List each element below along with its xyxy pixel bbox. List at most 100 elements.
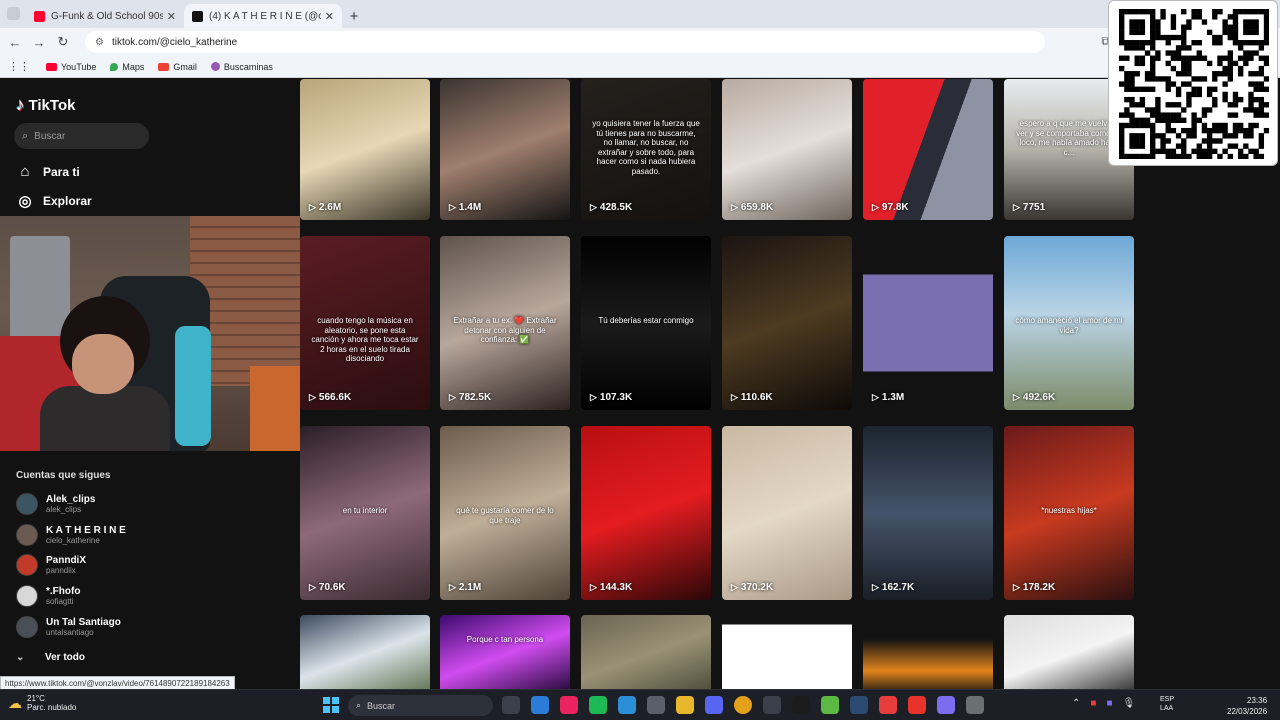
taskbar-app-icon[interactable] (560, 696, 578, 714)
bookmark-buscaminas[interactable]: Buscaminas (210, 62, 273, 72)
address-bar[interactable]: ⚙ tiktok.com/@cielo_katherine (85, 31, 1045, 53)
video-tile[interactable] (863, 615, 993, 695)
new-tab-button[interactable]: + (342, 4, 366, 28)
taskbar-app-icon[interactable] (589, 696, 607, 714)
following-item[interactable]: Alek_clips alek_clips (16, 493, 95, 515)
tab-katherine[interactable]: (4) K A T H E R I N E (@cielo_kat ✕ (184, 4, 342, 28)
clock[interactable]: 23:36 22/03/2026 (1227, 695, 1267, 717)
avatar (16, 554, 38, 576)
windows-start-icon[interactable] (323, 697, 339, 713)
video-grid: ▷ 2.6M ▷ 1.4M yo quisiera tener la fuerza qu… (300, 79, 1140, 695)
nav-explore[interactable]: ◎ Explorar (16, 192, 91, 210)
taskbar-app-icon[interactable] (763, 696, 781, 714)
taskbar-app-icon[interactable] (821, 696, 839, 714)
taskbar-app-icon[interactable] (966, 696, 984, 714)
video-tile[interactable]: qué te gustaría comer de lo que traje ▷ 2.… (440, 426, 570, 600)
following-item[interactable]: K A T H E R I N Ecielo_katherine (16, 524, 126, 546)
video-tile[interactable]: Porque c tan persona (440, 615, 570, 695)
avatar (16, 616, 38, 638)
taskbar-app-icon[interactable] (618, 696, 636, 714)
video-tile[interactable]: Extrañar a tu ex: ❤️ Extrañar detonar co… (440, 236, 570, 410)
view-count: ▷ 97.8K (872, 202, 909, 213)
search-box[interactable]: ⌕ (14, 123, 149, 149)
language-indicator[interactable]: ESP LAA (1160, 695, 1174, 713)
video-tile[interactable]: ▷ 2.6M (300, 79, 430, 220)
close-tab-icon[interactable]: ✕ (325, 10, 334, 23)
video-tile[interactable]: ▷ 1.3M (863, 236, 993, 410)
system-tray: ⌃ ■ ■ 🎙 (1072, 698, 1145, 709)
taskbar-app-icon[interactable] (850, 696, 868, 714)
video-tile[interactable]: ▷ 370.2K (722, 426, 852, 600)
taskbar-app-icon[interactable] (908, 696, 926, 714)
play-icon: ▷ (872, 582, 879, 592)
video-tile[interactable]: ▷ 144.3K (581, 426, 711, 600)
bookmark-youtube[interactable]: YouTube (46, 62, 96, 72)
search-input[interactable] (34, 130, 135, 142)
video-tile[interactable]: ▷ 97.8K (863, 79, 993, 220)
video-tile[interactable]: Tú deberías estar conmigo ▷ 107.3K (581, 236, 711, 410)
following-item[interactable]: PanndiX panndiix (16, 554, 86, 576)
view-count: ▷ 110.6K (731, 392, 773, 403)
taskbar-app-icon[interactable] (792, 696, 810, 714)
play-icon: ▷ (590, 202, 597, 212)
video-tile[interactable]: ▷ 162.7K (863, 426, 993, 600)
tab-gfunk[interactable]: G-Funk & Old School 90s 💥 Sn ✕ (26, 4, 184, 28)
close-tab-icon[interactable]: ✕ (167, 10, 176, 23)
tray-app-icon[interactable]: ■ (1090, 698, 1096, 709)
bookmark-maps[interactable]: Maps (110, 62, 144, 72)
search-icon: ⌕ (22, 129, 29, 142)
buscaminas-icon (210, 62, 220, 71)
weather-widget[interactable]: ☁ 21°C Parc. nublado (8, 694, 76, 712)
video-tile[interactable]: cómo amaneció el amor de mi vida? ▷ 492.6K (1004, 236, 1134, 410)
video-tile[interactable] (581, 615, 711, 695)
video-tile[interactable]: yo quisiera tener la fuerza que tú tiene… (581, 79, 711, 220)
video-tile[interactable]: *nuestras hijas* ▷ 178.2K (1004, 426, 1134, 600)
following-item[interactable]: *.Fhofo sofiagtti (16, 585, 80, 607)
taskbar-app-icon[interactable] (502, 696, 520, 714)
bookmark-gmail[interactable]: Gmail (158, 62, 197, 72)
taskbar-app-icon[interactable] (879, 696, 897, 714)
taskbar-search[interactable]: ⌕ Buscar (348, 695, 493, 716)
play-icon: ▷ (449, 202, 456, 212)
chevron-up-icon[interactable]: ⌃ (1072, 698, 1080, 709)
video-tile[interactable] (722, 615, 852, 695)
video-tile[interactable]: ▷ 1.4M (440, 79, 570, 220)
video-tile[interactable] (300, 615, 430, 695)
taskbar-app-icon[interactable] (937, 696, 955, 714)
avatar (16, 493, 38, 515)
video-tile[interactable]: ▷ 110.6K (722, 236, 852, 410)
taskbar-app-icon[interactable] (531, 696, 549, 714)
view-count: ▷ 7751 (1013, 202, 1046, 213)
weather-cloud-icon: ☁ (8, 694, 22, 711)
video-caption: Tú deberías estar conmigo (598, 316, 694, 325)
view-count: ▷ 782.5K (449, 392, 492, 403)
taskbar-app-icon[interactable] (676, 696, 694, 714)
play-icon: ▷ (309, 582, 316, 592)
reload-icon[interactable]: ↻ (51, 34, 75, 50)
video-tile[interactable]: ▷ 659.8K (722, 79, 852, 220)
following-item[interactable]: Un Tal Santiago untalsantiago (16, 616, 121, 638)
play-icon: ▷ (590, 392, 597, 402)
video-tile[interactable]: cuando tengo la música en aleatorio, se … (300, 236, 430, 410)
tab-search-icon[interactable] (7, 7, 20, 20)
avatar (16, 585, 38, 607)
taskbar-app-icon[interactable] (705, 696, 723, 714)
play-icon: ▷ (731, 582, 738, 592)
forward-arrow-icon[interactable]: → (27, 35, 51, 50)
nav-for-you[interactable]: ⌂ Para ti (16, 163, 79, 180)
video-tile[interactable] (1004, 615, 1134, 695)
home-icon: ⌂ (20, 163, 30, 180)
tray-app-icon[interactable]: ■ (1106, 698, 1112, 709)
back-arrow-icon[interactable]: ← (3, 35, 27, 50)
see-all-button[interactable]: ⌄ Ver todo (16, 652, 85, 663)
site-info-icon[interactable]: ⚙ (95, 37, 104, 48)
following-title: Cuentas que sigues (16, 470, 111, 481)
maps-pin-icon (110, 62, 119, 71)
taskbar-app-icon[interactable] (647, 696, 665, 714)
taskbar-app-icon[interactable] (734, 696, 752, 714)
tiktok-logo[interactable]: ♪ TikTok (16, 95, 75, 115)
video-tile[interactable]: en tu interior ▷ 70.6K (300, 426, 430, 600)
microphone-icon[interactable]: 🎙 (1122, 698, 1135, 709)
search-icon: ⌕ (356, 700, 362, 710)
apps-grid-icon[interactable]: ⋮⋮ (8, 60, 30, 73)
